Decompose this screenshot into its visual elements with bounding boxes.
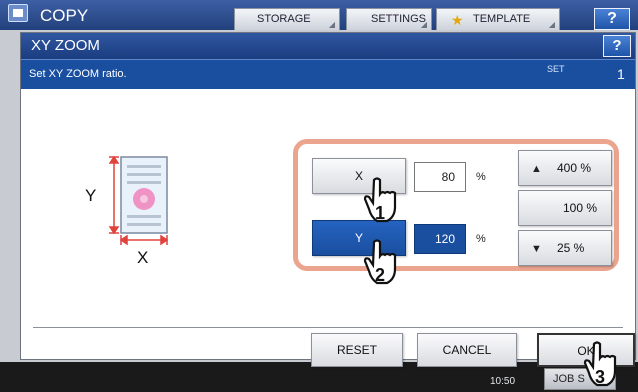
clock: 10:50: [490, 376, 516, 387]
button-label: 25 %: [557, 241, 585, 255]
tab-storage[interactable]: STORAGE ◢: [234, 8, 340, 30]
set-label: SET: [547, 64, 565, 74]
zoom-25-button[interactable]: ▼ 25 %: [518, 230, 612, 266]
up-triangle-icon: ▲: [531, 163, 542, 175]
x-percent-unit: %: [476, 171, 486, 183]
x-zoom-value[interactable]: 80: [414, 162, 466, 192]
set-number: 1: [617, 66, 625, 82]
zoom-100-button[interactable]: 100 %: [518, 190, 612, 226]
xy-page-diagram: Y X: [85, 155, 169, 267]
star-icon: ★: [451, 12, 464, 28]
app-help-button[interactable]: ?: [594, 8, 630, 30]
x-arrow: [119, 234, 169, 246]
zoom-control-panel: X 80 % Y 120 % ▲ 400 % 100 % ▼ 25 %: [293, 139, 619, 271]
dialog-help-button[interactable]: ?: [603, 35, 631, 57]
y-percent-unit: %: [476, 233, 486, 245]
copy-icon: [8, 4, 28, 22]
dialog-title: XY ZOOM: [31, 37, 100, 54]
step-number: 3: [595, 367, 605, 387]
divider: [33, 327, 623, 328]
button-label: 400 %: [557, 161, 592, 175]
step-number: 1: [375, 203, 385, 223]
dialog-message: Set XY ZOOM ratio.: [29, 68, 127, 80]
tab-template[interactable]: ★ TEMPLATE ◢: [436, 8, 560, 30]
tab-label: SETTINGS: [371, 13, 427, 25]
page-icon: [120, 156, 168, 234]
hand-pointer-icon: 2: [363, 239, 397, 285]
y-axis-label: Y: [85, 186, 96, 205]
tab-label: TEMPLATE: [473, 13, 531, 25]
tab-settings[interactable]: SETTINGS ◢: [346, 8, 432, 30]
zoom-400-button[interactable]: ▲ 400 %: [518, 150, 612, 186]
dialog-header: XY ZOOM ?: [21, 33, 635, 59]
tab-label: STORAGE: [257, 13, 311, 25]
dialog-message-bar: Set XY ZOOM ratio. SET 1: [21, 59, 635, 89]
cancel-button[interactable]: CANCEL: [417, 333, 517, 367]
reset-button[interactable]: RESET: [311, 333, 403, 367]
y-zoom-value[interactable]: 120: [414, 224, 466, 254]
xy-zoom-dialog: XY ZOOM ? Set XY ZOOM ratio. SET 1 Y X X…: [20, 32, 636, 367]
hand-pointer-icon: 1: [363, 177, 397, 223]
y-arrow: [108, 155, 120, 235]
app-title: COPY: [40, 6, 89, 25]
down-triangle-icon: ▼: [531, 243, 542, 255]
step-number: 2: [375, 265, 385, 285]
app-header: COPY STORAGE ◢ SETTINGS ◢ ★ TEMPLATE ◢ ?: [0, 0, 638, 30]
hand-pointer-icon: 3: [583, 341, 617, 387]
x-axis-label: X: [137, 248, 148, 267]
